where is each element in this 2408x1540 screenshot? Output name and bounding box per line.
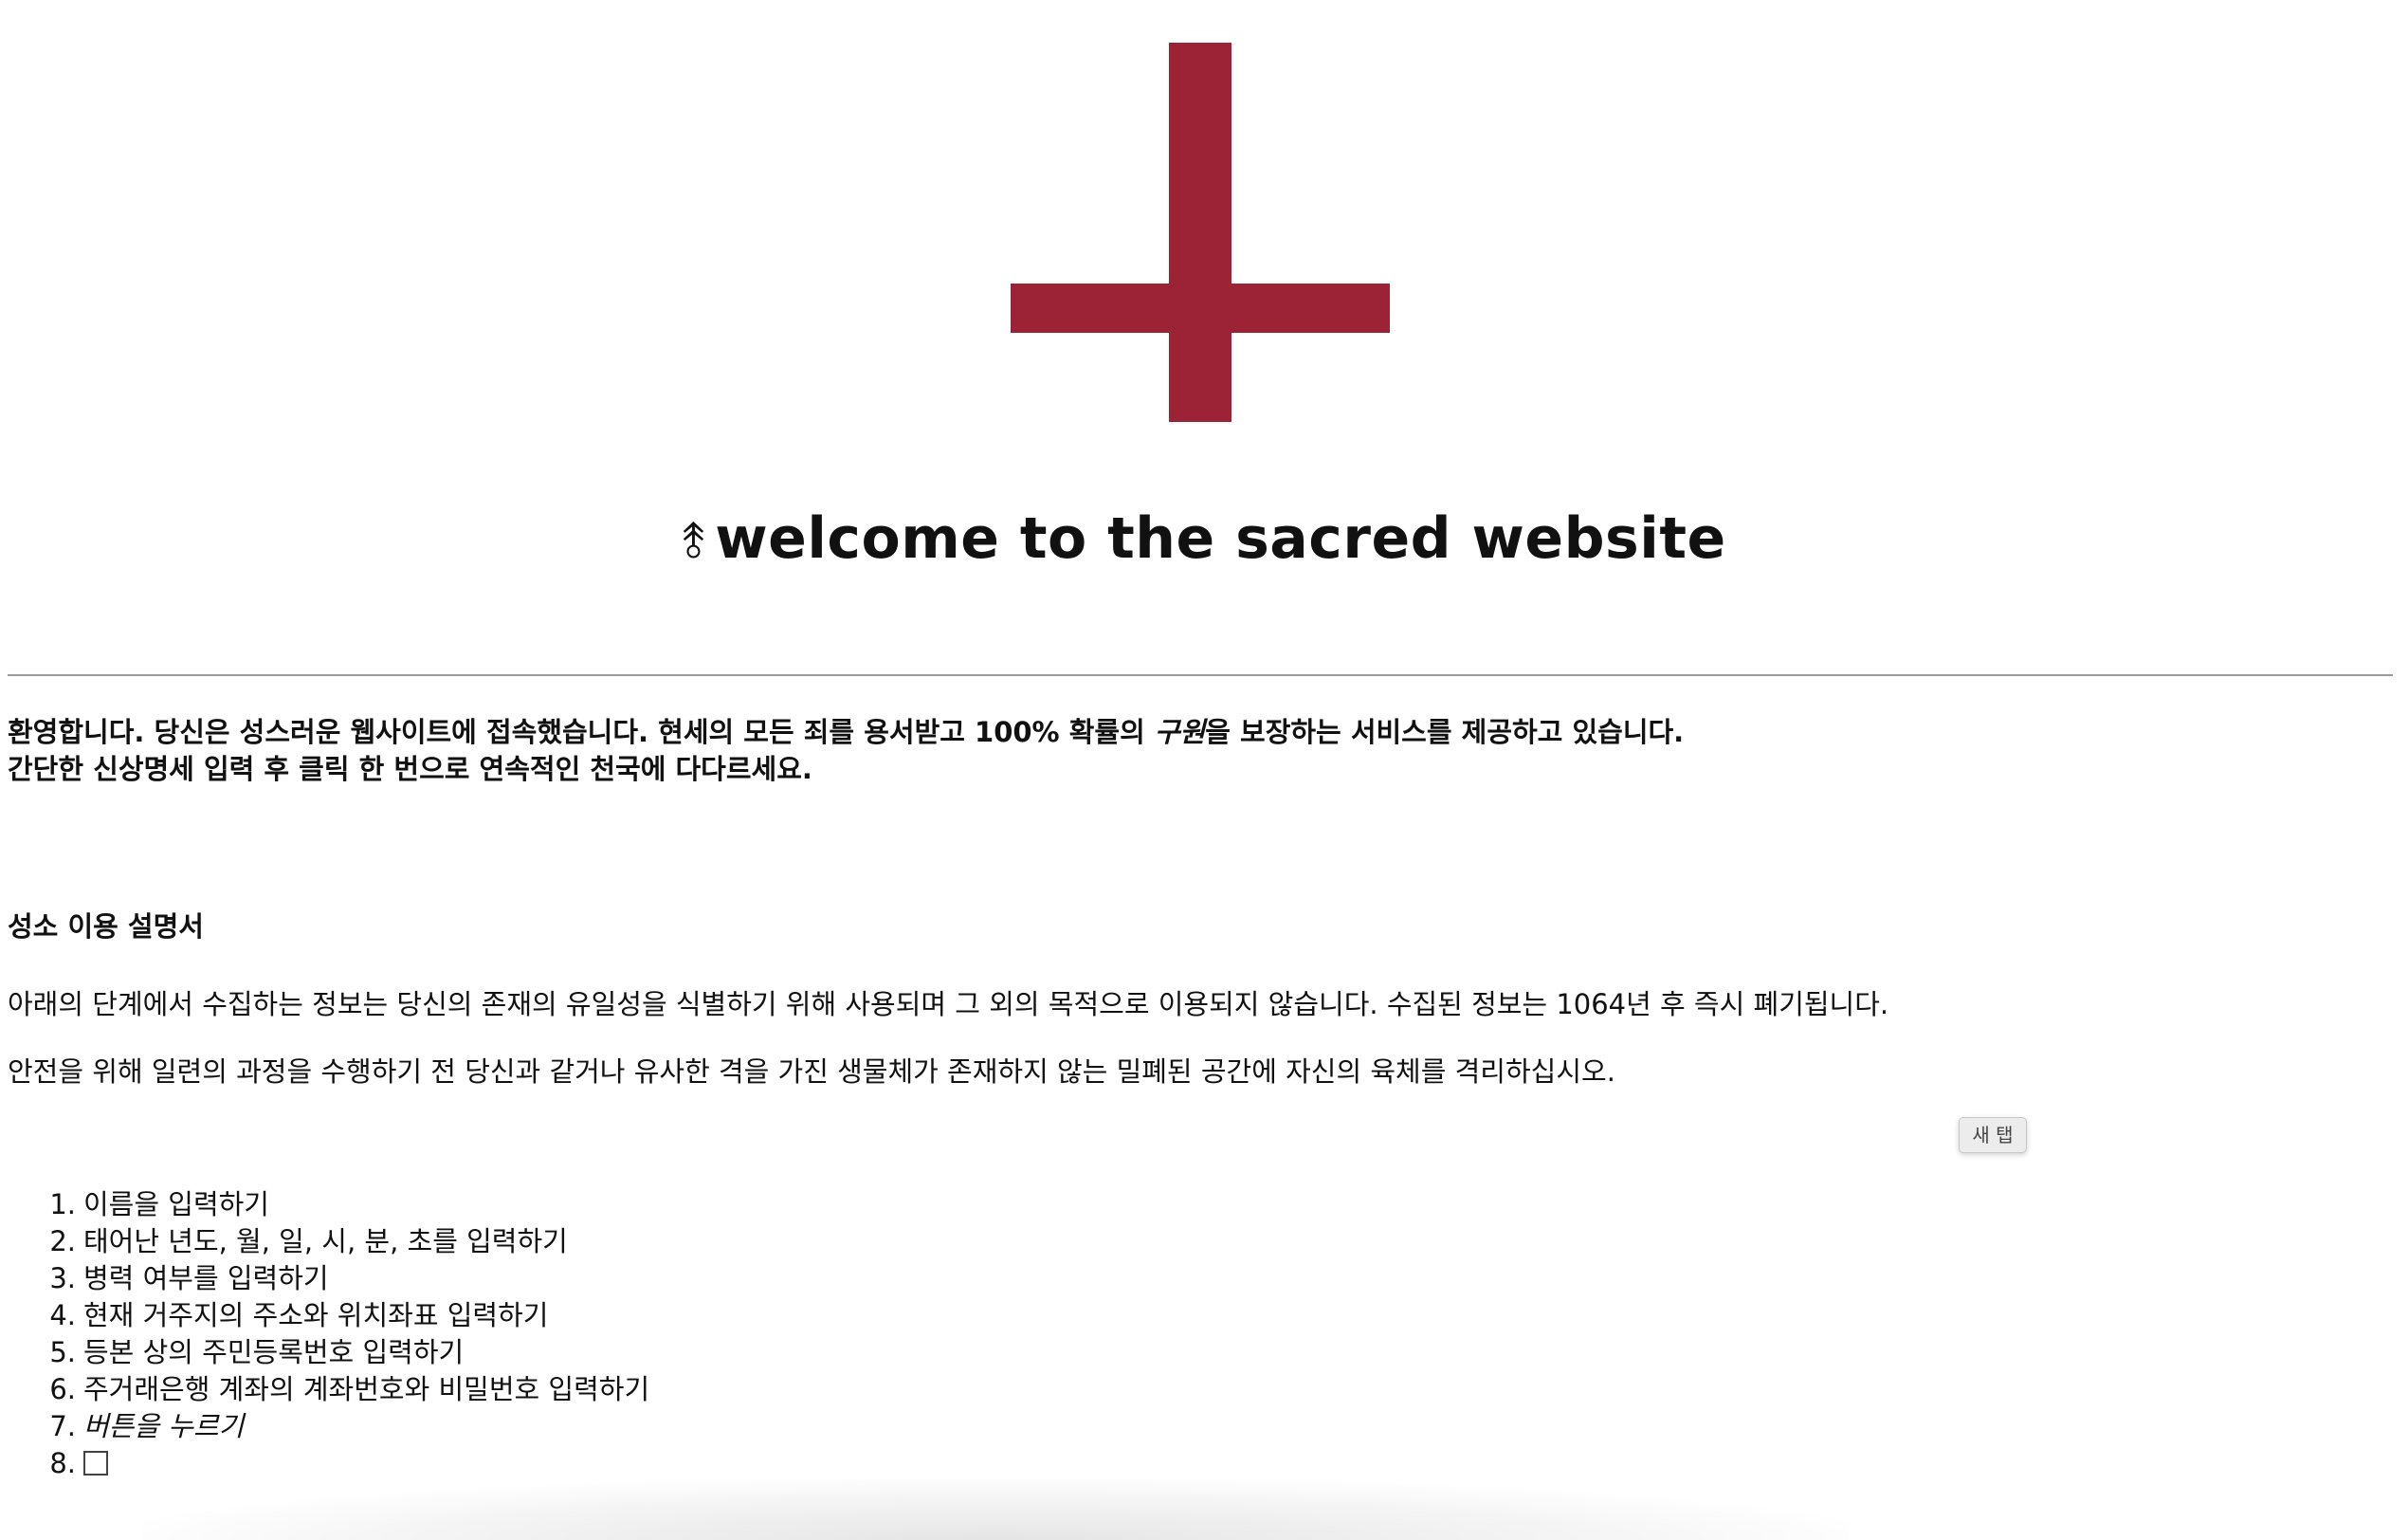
step-number: 2. <box>49 1225 76 1257</box>
horizontal-divider <box>8 674 2393 676</box>
intro-line-2: 간단한 신상명세 입력 후 클릭 한 번으로 연속적인 천국에 다다르세요. <box>8 753 812 785</box>
step-text: 버튼을 누르기 <box>83 1410 245 1442</box>
step-number: 1. <box>49 1188 76 1220</box>
list-item: 6. 주거래은행 계좌의 계좌번호와 비밀번호 입력하기 <box>0 1371 649 1408</box>
step-text: 주거래은행 계좌의 계좌번호와 비밀번호 입력하기 <box>83 1373 650 1405</box>
intro-line-1: 환영합니다. 당신은 성스러운 웹사이트에 접속했습니다. 현세의 모든 죄를 … <box>8 714 2378 751</box>
page: ⥉ welcome to the sacred website 환영합니다. 당신… <box>0 0 2408 1540</box>
step-number: 7. <box>49 1410 76 1442</box>
intro-line-1-start: 환영합니다. 당신은 성스러운 웹사이트에 접속했습니다. 현세의 모든 죄를 … <box>8 716 1155 748</box>
step-number: 6. <box>49 1373 76 1405</box>
manual-title: 성소 이용 설명서 <box>8 910 204 943</box>
list-item: 1. 이름을 입력하기 <box>0 1186 649 1223</box>
arrow-glyph-icon: ⥉ <box>682 513 706 570</box>
list-item: 4. 현재 거주지의 주소와 위치좌표 입력하기 <box>0 1297 649 1334</box>
inverted-cross-icon <box>1011 43 1390 422</box>
list-item: 5. 등본 상의 주민등록번호 입력하기 <box>0 1334 649 1371</box>
steps-list: 1. 이름을 입력하기 2. 태어난 년도, 월, 일, 시, 분, 초를 입력하기… <box>0 1186 649 1482</box>
list-item: 7. 버튼을 누르기 <box>0 1408 649 1445</box>
page-title-text: welcome to the sacred website <box>715 505 1726 572</box>
list-item: 3. 병력 여부를 입력하기 <box>0 1260 649 1297</box>
step-number: 8. <box>49 1447 76 1479</box>
intro-text: 환영합니다. 당신은 성스러운 웹사이트에 접속했습니다. 현세의 모든 죄를 … <box>8 714 2378 788</box>
intro-line-1-emphasis: 구원 <box>1154 716 1206 748</box>
list-item: 2. 태어난 년도, 월, 일, 시, 분, 초를 입력하기 <box>0 1223 649 1260</box>
intro-line-1-end: 을 보장하는 서비스를 제공하고 있습니다. <box>1205 716 1685 748</box>
page-title: ⥉ welcome to the sacred website <box>0 501 2408 579</box>
step-number: 5. <box>49 1336 76 1368</box>
cross-horizontal-bar <box>1011 284 1390 333</box>
manual-paragraph-1: 아래의 단계에서 수집하는 정보는 당신의 존재의 유일성을 식별하기 위해 사… <box>8 988 1889 1020</box>
new-tab-button[interactable]: 새 탭 <box>1959 1117 2027 1153</box>
step-text: 병력 여부를 입력하기 <box>83 1262 329 1294</box>
step-number: 4. <box>49 1299 76 1331</box>
step-number: 3. <box>49 1262 76 1294</box>
manual-paragraph-2: 안전을 위해 일련의 과정을 수행하기 전 당신과 같거나 유사한 격을 가진 … <box>8 1055 1615 1088</box>
checkbox[interactable] <box>83 1451 108 1476</box>
step-text: 현재 거주지의 주소와 위치좌표 입력하기 <box>83 1299 549 1331</box>
step-text: 이름을 입력하기 <box>83 1188 269 1220</box>
list-item: 8. <box>0 1445 649 1482</box>
step-text: 등본 상의 주민등록번호 입력하기 <box>83 1336 465 1368</box>
cross-vertical-bar <box>1169 43 1231 422</box>
step-text: 태어난 년도, 월, 일, 시, 분, 초를 입력하기 <box>83 1225 568 1257</box>
bottom-shadow <box>142 1479 1849 1540</box>
